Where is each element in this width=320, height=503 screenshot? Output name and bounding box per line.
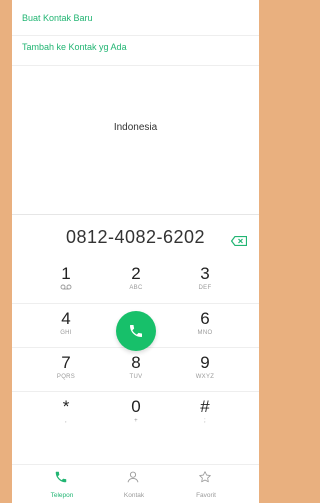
key-digit: 1 xyxy=(61,264,71,283)
key-digit: 6 xyxy=(200,309,210,328)
keypad-row-1: 1 2 ABC 3 DEF xyxy=(12,259,259,303)
key-digit: * xyxy=(62,397,70,416)
key-letters: MNO xyxy=(197,330,213,336)
key-digit: 3 xyxy=(200,264,210,283)
voicemail-icon xyxy=(36,284,96,293)
key-4[interactable]: 4 GHI xyxy=(36,304,96,348)
keypad-row-3: 7 PQRS 8 TUV 9 WXYZ xyxy=(12,347,259,391)
key-letters: ABC xyxy=(129,285,143,291)
key-letters: ; xyxy=(204,418,206,424)
person-icon xyxy=(127,471,139,483)
key-letters: + xyxy=(134,418,138,424)
key-hash[interactable]: # ; xyxy=(175,392,235,436)
phone-icon xyxy=(130,325,142,337)
key-digit: # xyxy=(200,397,210,416)
bottom-navigation: Telepon Kontak Favorit xyxy=(12,464,259,503)
dialer-screen: Buat Kontak Baru Tambah ke Kontak yg Ada… xyxy=(12,0,259,503)
nav-tab-telepon[interactable]: Telepon xyxy=(32,465,92,503)
key-8[interactable]: 8 TUV xyxy=(106,348,166,392)
star-icon xyxy=(199,471,211,483)
key-digit: 4 xyxy=(61,309,71,328)
key-letters: GHI xyxy=(60,330,72,336)
dial-pad-area: 0812-4082-6202 1 2 ABC 3 DEF 4 GHI 6 MNO… xyxy=(12,214,259,503)
key-3[interactable]: 3 DEF xyxy=(175,259,235,303)
key-digit: 8 xyxy=(131,353,141,372)
key-star[interactable]: * , xyxy=(36,392,96,436)
nav-tab-kontak[interactable]: Kontak xyxy=(104,465,164,503)
add-to-existing-contact-option[interactable]: Tambah ke Kontak yg Ada xyxy=(12,28,259,66)
key-0[interactable]: 0 + xyxy=(106,392,166,436)
key-7[interactable]: 7 PQRS xyxy=(36,348,96,392)
key-letters: , xyxy=(65,418,67,424)
key-1[interactable]: 1 xyxy=(36,259,96,303)
key-2[interactable]: 2 ABC xyxy=(106,259,166,303)
key-digit: 2 xyxy=(131,264,141,283)
key-digit: 0 xyxy=(131,397,141,416)
key-digit: 9 xyxy=(200,353,210,372)
key-letters: TUV xyxy=(129,374,143,380)
key-letters: DEF xyxy=(198,285,212,291)
key-letters: WXYZ xyxy=(195,374,215,380)
keypad-row-4: * , 0 + # ; xyxy=(12,391,259,435)
nav-tab-favorit[interactable]: Favorit xyxy=(176,465,236,503)
key-9[interactable]: 9 WXYZ xyxy=(175,348,235,392)
nav-label: Telepon xyxy=(50,492,74,499)
country-label: Indonesia xyxy=(113,122,158,133)
key-digit: 7 xyxy=(61,353,71,372)
backspace-icon[interactable] xyxy=(230,233,248,247)
dialed-number[interactable]: 0812-4082-6202 xyxy=(12,227,259,248)
call-button[interactable] xyxy=(116,311,156,351)
phone-icon xyxy=(55,471,67,483)
nav-label: Favorit xyxy=(196,492,216,499)
key-letters: PQRS xyxy=(56,374,76,380)
key-6[interactable]: 6 MNO xyxy=(175,304,235,348)
nav-label: Kontak xyxy=(123,492,145,499)
